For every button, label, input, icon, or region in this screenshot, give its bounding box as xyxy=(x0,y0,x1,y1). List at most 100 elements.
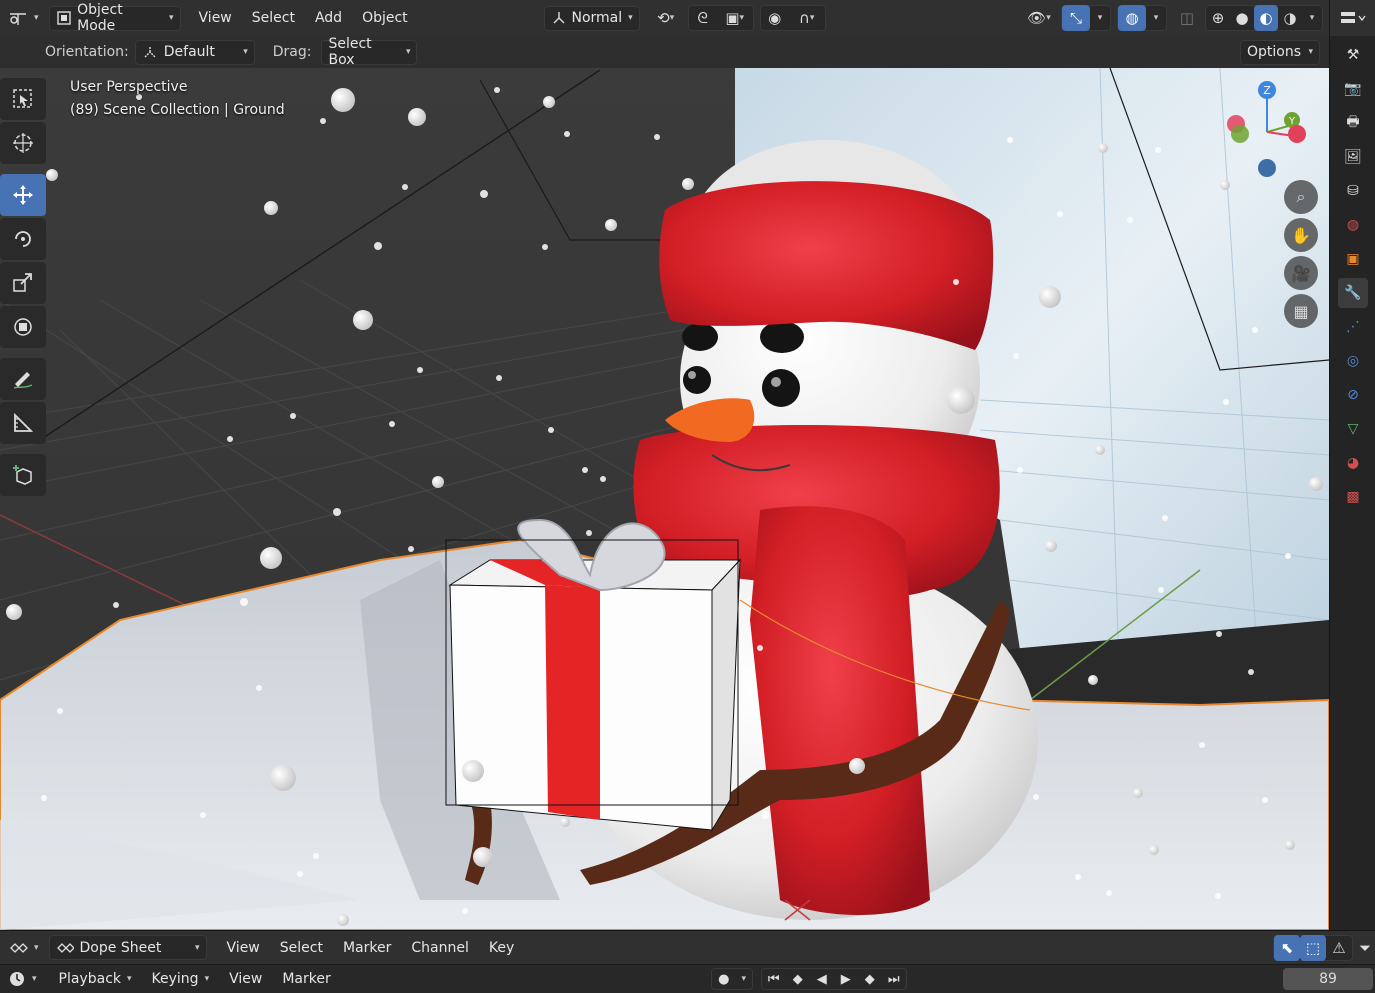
gizmo-toggle-icon[interactable]: ⤡ xyxy=(1062,5,1090,31)
keying-label: Keying xyxy=(151,971,199,987)
wireframe-shading-icon[interactable]: ⊕ xyxy=(1206,5,1230,31)
transform-orientation-selector[interactable]: Normal ▾ xyxy=(543,5,640,31)
rotate-icon[interactable] xyxy=(0,218,46,260)
chevron-down-icon: ▾ xyxy=(1308,47,1313,57)
add-cube-icon[interactable] xyxy=(0,454,46,496)
shading-group: ⊕ ● ◐ ◑ ▾ xyxy=(1205,5,1323,31)
zoom-icon[interactable]: ⌕ xyxy=(1284,180,1318,214)
chevron-down-icon[interactable]: ▾ xyxy=(736,967,752,991)
playback-label: Playback xyxy=(58,971,121,987)
measure-icon[interactable] xyxy=(0,402,46,444)
overlays-toggle-icon[interactable]: ◍ xyxy=(1118,5,1146,31)
falloff-icon[interactable]: ∩ ▾ xyxy=(789,5,825,31)
collection-info: (89) Scene Collection | Ground xyxy=(70,102,285,118)
editor-type-selector[interactable]: ▾ xyxy=(4,6,43,31)
timeline-menu-marker[interactable]: Marker xyxy=(272,967,340,991)
properties-editor-type[interactable] xyxy=(1330,0,1375,36)
menu-add[interactable]: Add xyxy=(305,6,352,30)
dope-menu-select[interactable]: Select xyxy=(270,936,333,960)
dope-menu-key[interactable]: Key xyxy=(479,936,524,960)
playback-menu[interactable]: Playback ▾ xyxy=(49,967,142,991)
prev-keyframe-icon[interactable]: ◆ xyxy=(786,967,810,991)
scale-icon[interactable] xyxy=(0,262,46,304)
orientation-label: Orientation: xyxy=(45,44,129,60)
chevron-down-icon[interactable]: ▾ xyxy=(1302,5,1322,31)
drag-dropdown[interactable]: Select Box ▾ xyxy=(321,36,418,68)
dope-sheet-mode-selector[interactable]: Dope Sheet ▾ xyxy=(48,935,207,960)
jump-end-icon[interactable]: ⏭ xyxy=(882,967,906,991)
transform-icon[interactable] xyxy=(0,306,46,348)
filter-icon[interactable]: ⏷ xyxy=(1355,935,1375,961)
editor-type-selector[interactable]: ▾ xyxy=(2,935,45,960)
physics-tab-icon[interactable]: ◎ xyxy=(1338,346,1368,376)
snap-toggle-icon[interactable]: ᘓ xyxy=(689,5,717,31)
material-tab-icon[interactable]: ◕ xyxy=(1338,448,1368,478)
material-preview-shading-icon[interactable]: ◐ xyxy=(1254,5,1278,31)
particles-tab-icon[interactable]: ⋰ xyxy=(1338,312,1368,342)
scene-tab-icon[interactable]: ⛁ xyxy=(1338,176,1368,206)
dope-menu-channel[interactable]: Channel xyxy=(401,936,478,960)
menu-object[interactable]: Object xyxy=(352,6,418,30)
annotate-icon[interactable] xyxy=(0,358,46,400)
world-tab-icon[interactable]: ◍ xyxy=(1338,210,1368,240)
only-errors-icon[interactable]: ⚠ xyxy=(1326,935,1352,961)
texture-tab-icon[interactable]: ▩ xyxy=(1338,482,1368,512)
orientation-value: Default xyxy=(163,44,215,60)
current-frame-field[interactable]: 89 xyxy=(1283,968,1373,990)
timeline-menu-view[interactable]: View xyxy=(219,967,272,991)
gizmo-group: ⤡ ▾ xyxy=(1061,5,1111,31)
3d-viewport[interactable]: User Perspective (89) Scene Collection |… xyxy=(0,68,1329,930)
chevron-down-icon[interactable]: ▾ xyxy=(1090,5,1110,31)
drag-label: Drag: xyxy=(272,44,312,60)
dope-menu-marker[interactable]: Marker xyxy=(333,936,401,960)
constraints-tab-icon[interactable]: ⊘ xyxy=(1338,380,1368,410)
jump-start-icon[interactable]: ⏮ xyxy=(762,967,786,991)
visibility-icon[interactable]: 👁 ▾ xyxy=(1019,5,1059,31)
options-dropdown[interactable]: Options ▾ xyxy=(1240,39,1320,65)
object-tab-icon[interactable]: ▣ xyxy=(1338,244,1368,274)
orientation-icon xyxy=(144,46,156,58)
tool-shelf xyxy=(0,78,48,496)
orientation-icon xyxy=(553,12,565,24)
show-hidden-icon[interactable]: ⬚ xyxy=(1300,934,1326,961)
pan-hand-icon[interactable]: ✋ xyxy=(1284,218,1318,252)
chevron-down-icon[interactable]: ▾ xyxy=(1146,5,1166,31)
viewport-scene xyxy=(0,68,1329,930)
tool-settings-tab-icon[interactable]: ⚒ xyxy=(1338,40,1368,70)
select-box-icon[interactable] xyxy=(0,78,46,120)
mode-selector[interactable]: Object Mode ▾ xyxy=(48,2,181,34)
timeline-header: ▾ Playback ▾ Keying ▾ View Marker ● ▾ ⏮ ◆ … xyxy=(0,964,1375,993)
x-axis-icon[interactable] xyxy=(1288,125,1306,143)
timeline-editor-type[interactable]: ▾ xyxy=(2,967,43,992)
navigation-gizmo[interactable]: Z Y xyxy=(1222,80,1312,190)
move-icon[interactable] xyxy=(0,174,46,216)
xray-toggle-icon[interactable]: ◫ xyxy=(1173,5,1201,31)
perspective-grid-icon[interactable]: ▦ xyxy=(1284,294,1318,328)
dope-menu-view[interactable]: View xyxy=(217,936,270,960)
camera-view-icon[interactable]: 🎥 xyxy=(1284,256,1318,290)
chevron-down-icon: ▾ xyxy=(32,974,37,984)
play-icon[interactable]: ▶ xyxy=(834,967,858,991)
orientation-dropdown[interactable]: Default ▾ xyxy=(134,39,255,65)
menu-view[interactable]: View xyxy=(189,6,242,30)
output-tab-icon[interactable]: 🖶 xyxy=(1338,108,1368,138)
play-reverse-icon[interactable]: ◀ xyxy=(810,967,834,991)
data-tab-icon[interactable]: ▽ xyxy=(1338,414,1368,444)
object-mode-icon xyxy=(56,11,71,25)
cursor-icon[interactable] xyxy=(0,122,46,164)
dope-filter-group: ⬉ ⬚ ⚠ xyxy=(1273,934,1353,961)
menu-select[interactable]: Select xyxy=(242,6,305,30)
rendered-shading-icon[interactable]: ◑ xyxy=(1278,5,1302,31)
view-layer-tab-icon[interactable]: 🖼 xyxy=(1338,142,1368,172)
render-tab-icon[interactable]: 📷 xyxy=(1338,74,1368,104)
keying-menu[interactable]: Keying ▾ xyxy=(142,967,220,991)
proportional-edit-icon[interactable]: ◉ xyxy=(761,5,789,31)
snap-target-icon[interactable]: ▣ ▾ xyxy=(717,5,753,31)
record-icon[interactable]: ● xyxy=(712,967,736,991)
viewport-editor-icon xyxy=(10,13,26,25)
modifiers-tab-icon[interactable]: 🔧 xyxy=(1338,278,1368,308)
pivot-point-icon[interactable]: ⟲ ▾ xyxy=(646,5,686,31)
solid-shading-icon[interactable]: ● xyxy=(1230,5,1254,31)
next-keyframe-icon[interactable]: ◆ xyxy=(858,967,882,991)
only-selected-icon[interactable]: ⬉ xyxy=(1274,934,1300,961)
